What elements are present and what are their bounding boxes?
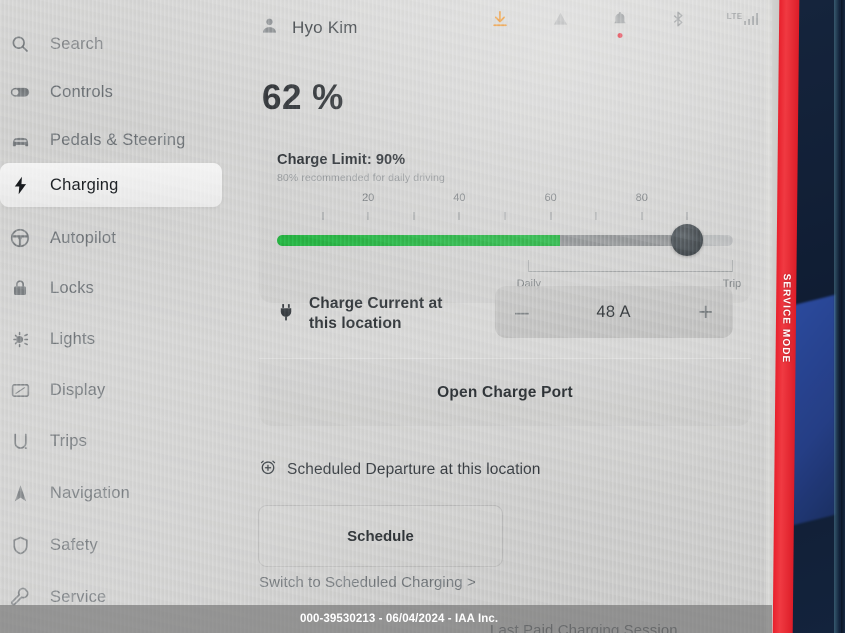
charge-current-label-line2: this location xyxy=(309,315,402,332)
sidebar-item-label: Controls xyxy=(50,82,114,101)
status-icon-tray: LTE xyxy=(490,8,758,38)
sidebar-item-label: Safety xyxy=(50,535,98,554)
steering-wheel-icon xyxy=(8,226,32,250)
sidebar-item-display[interactable]: Display xyxy=(0,372,222,408)
charge-limit-panel: Charge Limit: 90% 80% recommended for da… xyxy=(259,138,751,303)
home-location-icon[interactable] xyxy=(550,8,571,29)
slider-range-bracket: Daily Trip xyxy=(517,260,741,290)
slider-track[interactable] xyxy=(277,235,733,246)
sidebar-nav: Search Controls Pedals & Steering Chargi… xyxy=(0,8,232,608)
watermark-text: 000-39530213 - 06/04/2024 - IAA Inc. xyxy=(300,613,499,625)
slider-limit-fill xyxy=(559,235,688,246)
slider-tick-label: 80 xyxy=(635,192,648,204)
slider-tick-label: 40 xyxy=(453,192,466,204)
alarm-clock-plus-icon xyxy=(259,458,277,481)
charge-current-stepper[interactable]: – 48 A + xyxy=(495,286,733,338)
glass-edge-highlight xyxy=(834,0,839,633)
slider-charge-fill xyxy=(277,235,560,246)
sidebar-item-lights[interactable]: Lights xyxy=(0,321,222,357)
sidebar-item-label: Trips xyxy=(50,431,88,450)
sidebar-item-label: Search xyxy=(50,34,104,53)
sidebar-item-safety[interactable]: Safety xyxy=(0,527,222,563)
sidebar-item-locks[interactable]: Locks xyxy=(0,270,222,306)
schedule-button-label: Schedule xyxy=(347,527,414,545)
lightning-bolt-icon xyxy=(8,173,32,197)
road-loop-icon xyxy=(8,429,32,453)
decrement-current-button[interactable]: – xyxy=(515,299,529,325)
notifications-bell-icon[interactable] xyxy=(611,10,629,38)
sidebar-item-label: Autopilot xyxy=(50,228,117,247)
sidebar-item-label: Lights xyxy=(50,329,96,348)
sidebar-item-label: Charging xyxy=(50,175,119,194)
open-charge-port-label: Open Charge Port xyxy=(437,383,573,401)
sidebar-item-label: Locks xyxy=(50,278,95,297)
sidebar-item-label: Display xyxy=(50,380,106,399)
sidebar-item-navigation[interactable]: Navigation xyxy=(0,475,222,511)
sidebar-item-label: Pedals & Steering xyxy=(50,130,186,149)
scheduled-departure-label: Scheduled Departure at this location xyxy=(287,460,541,478)
slider-ticks xyxy=(277,212,733,222)
person-icon xyxy=(260,16,279,40)
software-update-download-icon[interactable] xyxy=(490,9,510,29)
charge-limit-title: Charge Limit: 90% xyxy=(277,152,406,168)
slider-knob[interactable] xyxy=(671,224,704,256)
service-mode-label: SERVICE MODE xyxy=(780,273,792,363)
sidebar-item-charging[interactable]: Charging xyxy=(0,163,222,207)
tesla-touchscreen-photo: SERVICE MODE Search Controls Pedals & St… xyxy=(0,0,845,633)
sidebar-item-controls[interactable]: Controls xyxy=(0,74,222,110)
navigation-arrow-icon xyxy=(8,481,32,505)
switch-to-scheduled-charging-link[interactable]: Switch to Scheduled Charging > xyxy=(259,574,476,591)
sidebar-item-search[interactable]: Search xyxy=(0,26,222,62)
network-type-label: LTE xyxy=(726,12,743,21)
sidebar-item-pedals-steering[interactable]: Pedals & Steering xyxy=(0,122,222,158)
sidebar-item-label: Service xyxy=(50,587,107,606)
charge-current-value: 48 A xyxy=(596,302,631,321)
battery-percentage: 62 % xyxy=(262,78,344,117)
slider-tick-label: 20 xyxy=(362,192,375,204)
auction-watermark-bar: 000-39530213 - 06/04/2024 - IAA Inc. xyxy=(0,605,772,633)
charge-plug-icon xyxy=(277,301,295,328)
sidebar-item-autopilot[interactable]: Autopilot xyxy=(0,220,222,256)
glass-edge-shadow xyxy=(841,0,845,633)
slider-tick-labels: 20 40 60 80 xyxy=(277,192,733,206)
main-content: Hyo Kim LTE 62 % Charge Limit: 90% 80% r… xyxy=(232,0,766,633)
slider-tick-label: 60 xyxy=(544,192,557,204)
bluetooth-icon[interactable] xyxy=(669,10,687,28)
notification-dot xyxy=(617,32,623,38)
search-icon xyxy=(8,32,32,56)
increment-current-button[interactable]: + xyxy=(698,299,713,325)
sidebar-item-trips[interactable]: Trips xyxy=(0,423,222,459)
scheduled-departure-header: Scheduled Departure at this location xyxy=(259,458,540,481)
padlock-icon xyxy=(8,276,32,300)
charge-current-label-line1: Charge Current at xyxy=(309,294,443,312)
shield-icon xyxy=(8,533,32,557)
open-charge-port-button[interactable]: Open Charge Port xyxy=(259,358,751,426)
signal-bars-icon xyxy=(743,12,758,25)
screen-icon xyxy=(8,378,32,402)
headlight-icon xyxy=(8,327,32,351)
charge-limit-subtitle: 80% recommended for daily driving xyxy=(277,172,445,184)
toggle-icon xyxy=(8,80,32,104)
tesla-screen: Search Controls Pedals & Steering Chargi… xyxy=(0,0,772,633)
blue-reflection xyxy=(793,294,835,526)
cellular-signal-icon[interactable]: LTE xyxy=(727,12,758,25)
driver-profile-button[interactable]: Hyo Kim xyxy=(260,16,358,40)
charge-current-row: Charge Current at this location – 48 A + xyxy=(259,282,751,346)
schedule-button[interactable]: Schedule xyxy=(258,505,503,567)
car-front-icon xyxy=(8,128,32,152)
sidebar-item-label: Navigation xyxy=(50,483,130,502)
profile-name: Hyo Kim xyxy=(292,18,358,37)
